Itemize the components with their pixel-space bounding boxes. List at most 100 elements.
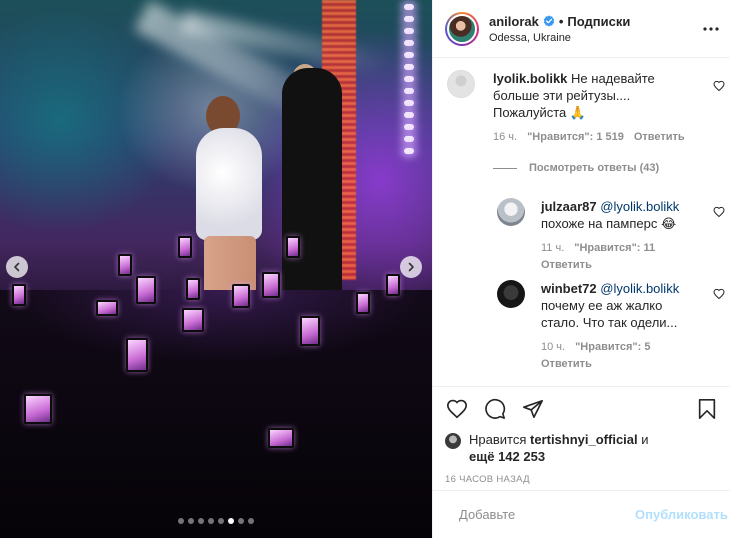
instagram-post: anilorak • Подписки Odessa, Ukraine lyol…	[0, 0, 730, 538]
post-media[interactable]	[0, 0, 432, 538]
view-replies-button[interactable]: Посмотреть ответы (43)	[493, 162, 659, 174]
post-header: anilorak • Подписки Odessa, Ukraine	[433, 0, 730, 58]
author-avatar-ring[interactable]	[445, 11, 479, 46]
raised-phone	[136, 276, 156, 304]
author-info: anilorak • Подписки Odessa, Ukraine	[489, 14, 701, 44]
comment-content: почему ее аж жалко стало. Что так одели.…	[541, 298, 678, 330]
likes-conjunction: и	[641, 432, 649, 447]
raised-phone	[96, 300, 118, 316]
action-bar	[445, 397, 719, 421]
comment-time[interactable]: 16 ч.	[493, 129, 517, 146]
likes-prefix: Нравится	[469, 432, 527, 447]
comment-mention[interactable]: @lyolik.bolikk	[600, 199, 679, 214]
author-username[interactable]: anilorak	[489, 14, 539, 29]
raised-phone	[126, 338, 148, 372]
backing-singer	[282, 68, 342, 298]
carousel-dot	[178, 518, 184, 524]
reply-button[interactable]: Ответить	[541, 257, 592, 274]
avatar[interactable]	[447, 13, 477, 44]
raised-phone	[118, 254, 132, 276]
publish-button[interactable]: Опубликовать	[635, 507, 728, 522]
post-side-panel: anilorak • Подписки Odessa, Ukraine lyol…	[432, 0, 730, 538]
comment-likes[interactable]: "Нравится": 1 519	[527, 129, 624, 146]
comment-like-heart-icon[interactable]	[713, 80, 725, 92]
comment-button[interactable]	[483, 397, 507, 421]
raised-phone	[232, 284, 250, 308]
comment-time[interactable]: 10 ч.	[541, 339, 565, 356]
raised-phone	[286, 236, 300, 258]
comment-username[interactable]: winbet72	[541, 281, 597, 296]
liked-by-username[interactable]: tertishnyi_official	[530, 432, 638, 447]
like-button[interactable]	[445, 397, 469, 421]
raised-phone	[356, 292, 370, 314]
carousel-indicator	[0, 518, 432, 524]
chevron-left-icon	[14, 262, 20, 272]
post-actions: Нравится tertishnyi_official и ещё 142 2…	[433, 386, 730, 485]
reply-comment: julzaar87 @lyolik.bolikk похоже на пампе…	[497, 198, 703, 274]
carousel-dot	[198, 518, 204, 524]
likes-summary: Нравится tertishnyi_official и ещё 142 2…	[445, 431, 719, 465]
send-icon	[523, 399, 543, 419]
comment-time[interactable]: 11 ч.	[541, 240, 564, 257]
raised-phone	[262, 272, 280, 298]
comment-meta: 10 ч. "Нравится": 5 Ответить	[541, 339, 703, 373]
avatar[interactable]	[447, 70, 475, 98]
likes-text: Нравится tertishnyi_official и ещё 142 2…	[469, 431, 649, 465]
comment-mention[interactable]: @lyolik.bolikk	[600, 281, 679, 296]
comment-username[interactable]: julzaar87	[541, 199, 597, 214]
following-button[interactable]: Подписки	[567, 14, 630, 29]
comment-username[interactable]: lyolik.bolikk	[493, 71, 567, 86]
likes-more-prefix: ещё	[469, 449, 495, 464]
save-button[interactable]	[695, 397, 719, 421]
comment-likes[interactable]: "Нравится": 11	[574, 240, 655, 257]
raised-phone	[386, 274, 400, 296]
comment-icon	[485, 398, 506, 419]
raised-phone	[186, 278, 200, 300]
likes-count-button[interactable]: ещё 142 253	[469, 449, 545, 464]
comments-list[interactable]: lyolik.bolikk Не надевайте больше эти ре…	[433, 58, 730, 386]
singer	[196, 128, 262, 240]
likes-count: 142 253	[498, 449, 546, 464]
raised-phone	[300, 316, 320, 346]
reply-comment: winbet72 @lyolik.bolikk почему ее аж жал…	[497, 280, 703, 373]
chevron-right-icon	[408, 262, 414, 272]
share-button[interactable]	[521, 397, 545, 421]
reply-button[interactable]: Ответить	[634, 129, 685, 146]
comment-text: julzaar87 @lyolik.bolikk похоже на пампе…	[541, 198, 703, 232]
comment-likes[interactable]: "Нравится": 5	[575, 339, 650, 356]
header-separator: •	[558, 13, 564, 29]
carousel-next-button[interactable]	[400, 256, 422, 278]
comment-meta: 11 ч. "Нравится": 11 Ответить	[541, 240, 703, 274]
comment-input[interactable]	[459, 507, 635, 522]
post-location[interactable]: Odessa, Ukraine	[489, 32, 701, 44]
comment-text: winbet72 @lyolik.bolikk почему ее аж жал…	[541, 280, 703, 331]
carousel-dot	[248, 518, 254, 524]
bookmark-icon	[698, 399, 716, 419]
raised-phone	[24, 394, 52, 424]
avatar[interactable]	[497, 280, 525, 308]
carousel-dot	[188, 518, 194, 524]
heart-icon	[447, 399, 467, 419]
comment: lyolik.bolikk Не надевайте больше эти ре…	[447, 70, 703, 146]
carousel-dot	[208, 518, 214, 524]
carousel-dot	[228, 518, 234, 524]
comment-composer: Опубликовать	[433, 490, 730, 538]
comment-like-heart-icon[interactable]	[713, 288, 725, 300]
raised-phone	[268, 428, 294, 448]
author-line: anilorak • Подписки	[489, 14, 701, 29]
more-options-icon	[703, 26, 719, 31]
crowd	[0, 290, 432, 538]
raised-phone	[12, 284, 26, 306]
carousel-prev-button[interactable]	[6, 256, 28, 278]
avatar[interactable]	[445, 433, 461, 449]
more-options-button[interactable]	[701, 19, 721, 39]
raised-phone	[182, 308, 204, 332]
post-timestamp[interactable]: 16 ЧАСОВ НАЗАД	[445, 474, 719, 485]
avatar[interactable]	[497, 198, 525, 226]
comment-meta: 16 ч. "Нравится": 1 519 Ответить	[493, 129, 703, 146]
comment-like-heart-icon[interactable]	[713, 206, 725, 218]
carousel-dot	[218, 518, 224, 524]
reply-button[interactable]: Ответить	[541, 356, 592, 373]
comment-text: lyolik.bolikk Не надевайте больше эти ре…	[493, 70, 703, 121]
carousel-dot	[238, 518, 244, 524]
